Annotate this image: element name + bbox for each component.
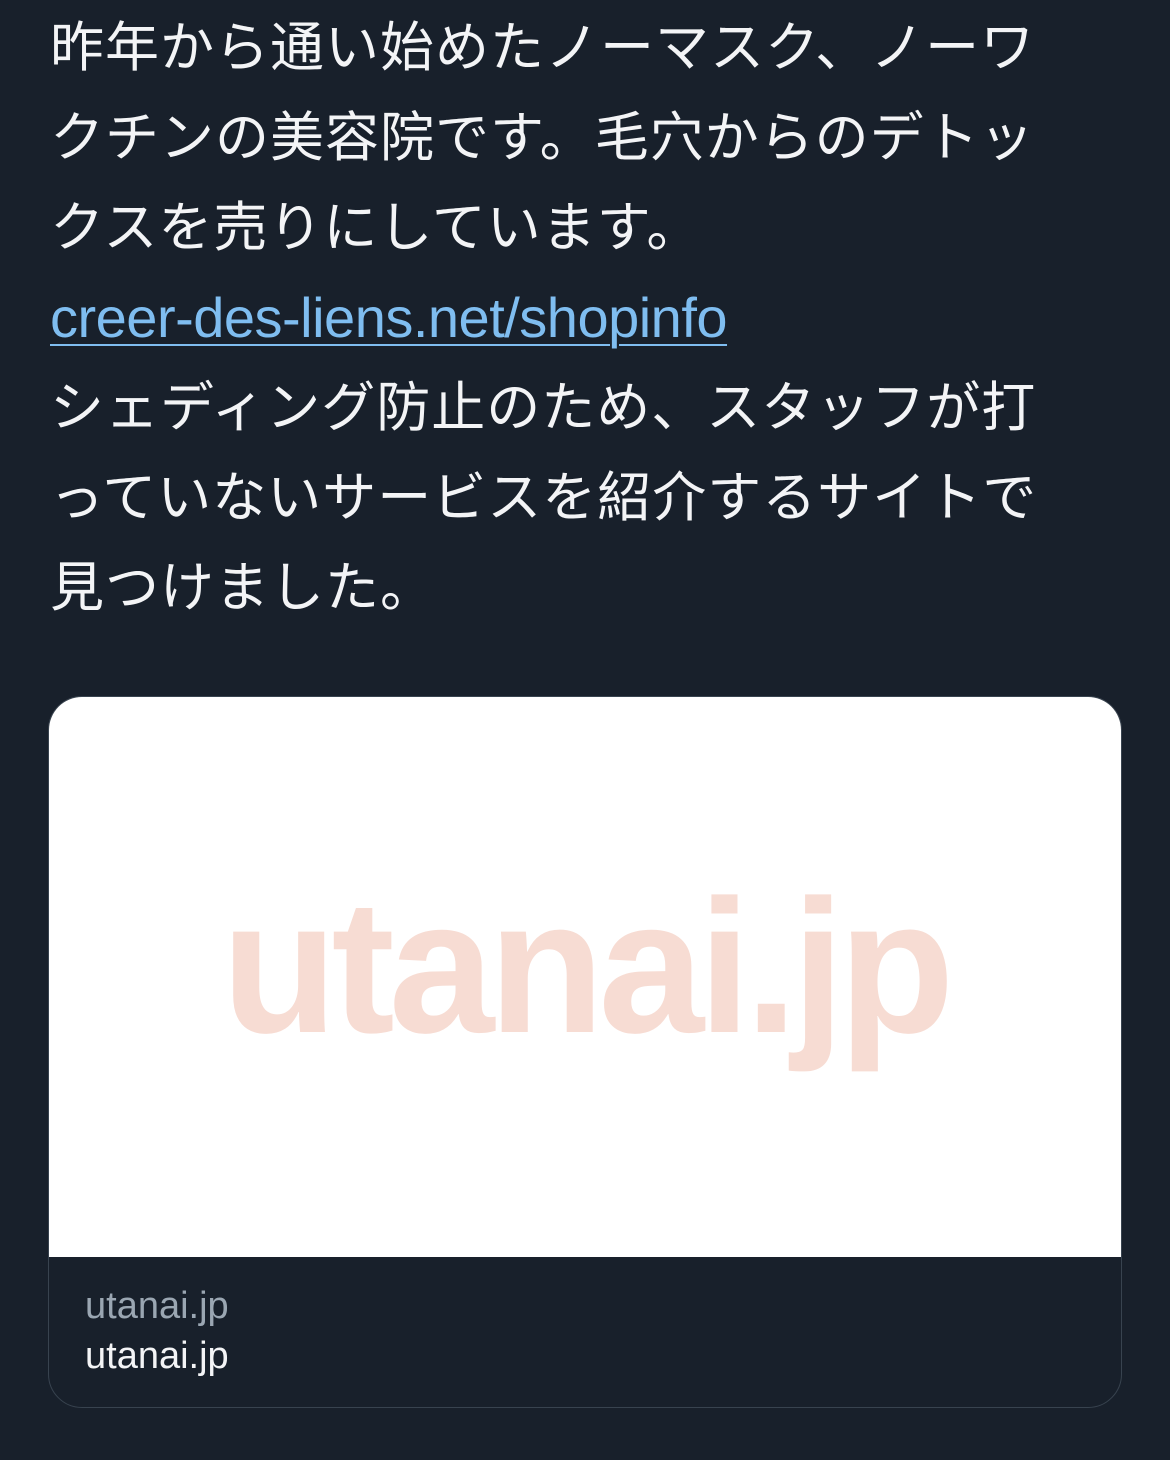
utanai-logo: utanai.jp: [221, 861, 954, 1073]
shop-info-link[interactable]: creer-des-liens.net/shopinfo: [50, 273, 728, 363]
tweet-line: 見つけました。: [50, 556, 435, 619]
tweet-text: 昨年から通い始めたノーマスク、ノーワ クチンの美容院です。毛穴からのデトッ クス…: [50, 0, 1125, 633]
link-preview-meta: utanai.jp utanai.jp: [85, 1282, 229, 1382]
link-preview-card[interactable]: utanai.jp utanai.jp utanai.jp: [48, 696, 1122, 1408]
link-preview-image[interactable]: utanai.jp: [49, 697, 1121, 1257]
link-preview-title: utanai.jp: [85, 1335, 229, 1377]
tweet-link-line: creer-des-liens.net/shopinfo: [50, 273, 1125, 363]
tweet-line: シェディング防止のため、スタッフが打: [50, 376, 1037, 439]
tweet-line: クスを売りにしています。: [50, 196, 702, 259]
tweet-line: っていないサービスを紹介するサイトで: [50, 466, 1038, 529]
tweet-line: クチンの美容院です。毛穴からのデトッ: [50, 106, 1035, 169]
tweet-line: 昨年から通い始めたノーマスク、ノーワ: [50, 16, 1036, 79]
utanai-logo-text: utanai.jp: [221, 861, 948, 1073]
link-preview-domain: utanai.jp: [85, 1285, 229, 1327]
